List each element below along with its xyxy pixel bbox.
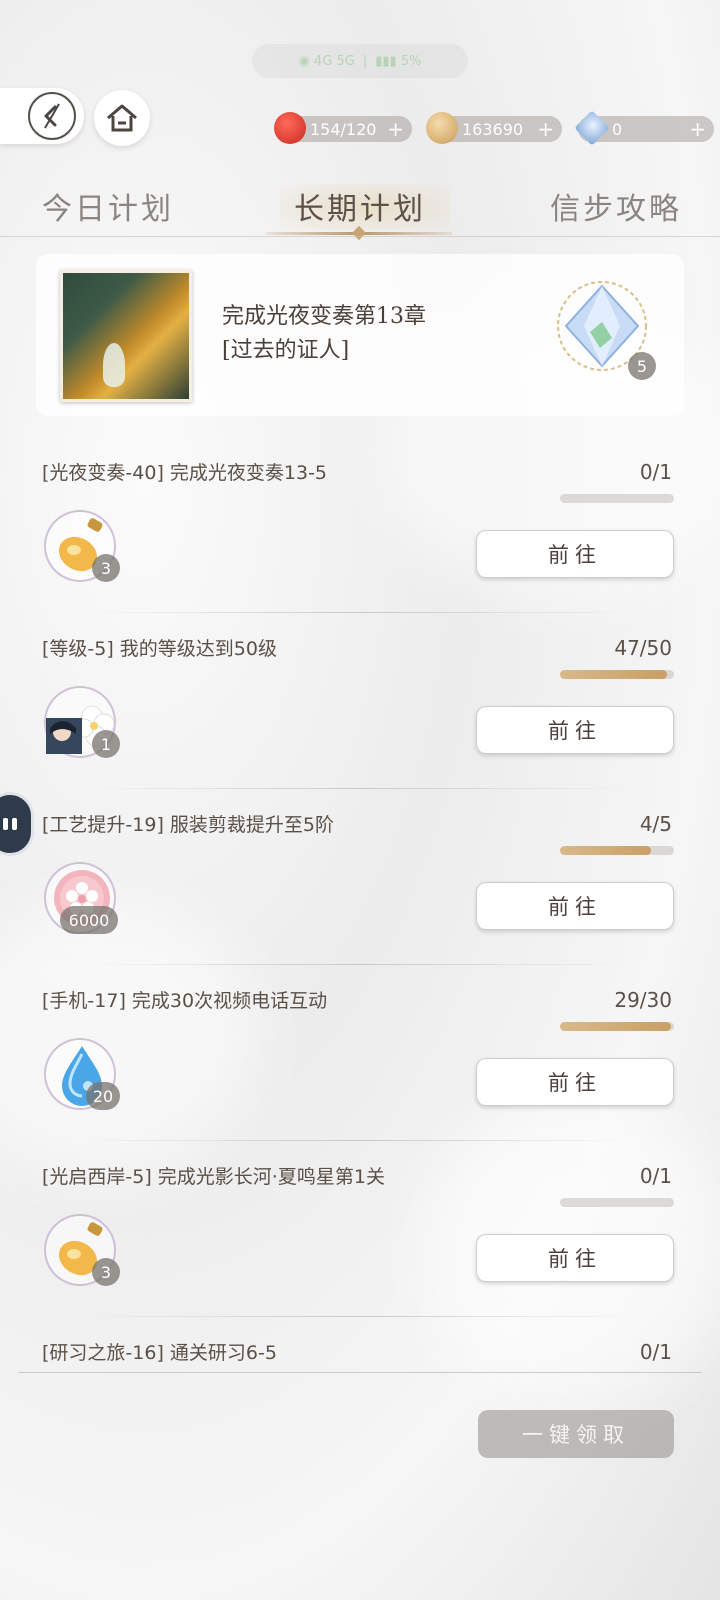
task-row: [等级-5] 我的等级达到50级 47/50 1 前往 (0, 626, 720, 802)
task-label: [研习之旅-16] 通关研习6-5 (42, 1342, 277, 1364)
task-progress-text: 29/30 (614, 988, 672, 1012)
status-divider: | (362, 53, 368, 69)
chapter-goal-line1: 完成光夜变奏第13章 (222, 304, 426, 329)
floating-assistant-button[interactable] (0, 792, 34, 856)
gold-coin-icon (426, 112, 458, 144)
task-reward-count: 20 (86, 1082, 120, 1110)
task-progress-text: 4/5 (639, 812, 672, 836)
add-diamond-icon[interactable]: + (689, 116, 706, 142)
task-progress-text: 47/50 (614, 636, 672, 660)
task-progress-bar (560, 494, 674, 503)
task-reward[interactable]: 20 (44, 1038, 120, 1110)
tab-daily-plan[interactable]: 今日计划 (42, 184, 174, 228)
task-reward[interactable]: 1 (44, 686, 120, 758)
task-progress-text: 0/1 (639, 1164, 672, 1188)
stamina-counter[interactable]: 154/120 + (274, 112, 412, 144)
task-progress-fill (560, 1022, 671, 1031)
task-divider (84, 1140, 636, 1141)
chapter-goal-card[interactable]: 完成光夜变奏第13章 [过去的证人] 5 (36, 254, 684, 416)
stamina-value: 154/120 (310, 119, 377, 139)
task-progress-bar (560, 1022, 674, 1031)
task-reward[interactable]: 3 (44, 1214, 120, 1286)
task-divider (84, 612, 636, 613)
task-row: [研习之旅-16] 通关研习6-5 0/1 (0, 1330, 720, 1374)
task-row: [光启西岸-5] 完成光影长河·夏鸣星第1关 0/1 3 前往 (0, 1154, 720, 1330)
coin-value: 163690 (462, 119, 524, 139)
home-button[interactable] (94, 90, 150, 146)
task-progress-bar (560, 670, 674, 679)
go-button[interactable]: 前往 (476, 1234, 674, 1282)
task-progress-fill (560, 670, 668, 679)
task-row: [工艺提升-19] 服装剪裁提升至5阶 4/5 6000 前往 (0, 802, 720, 978)
diamond-gem-icon (574, 110, 610, 146)
task-progress-text: 0/1 (639, 1340, 672, 1364)
status-left: ◉ 4G 5G (298, 53, 355, 69)
chapter-reward[interactable]: 5 (550, 274, 656, 380)
diamond-counter[interactable]: 0 + (574, 110, 714, 146)
task-reward-count: 3 (92, 1258, 120, 1286)
task-reward-count: 6000 (60, 906, 118, 934)
chapter-illustration (60, 270, 192, 402)
apple-stamina-icon (274, 112, 306, 144)
add-coin-icon[interactable]: + (537, 116, 554, 142)
go-button[interactable]: 前往 (476, 706, 674, 754)
task-label: [光启西岸-5] 完成光影长河·夏鸣星第1关 (42, 1166, 385, 1188)
go-button[interactable]: 前往 (476, 1058, 674, 1106)
go-button[interactable]: 前往 (476, 530, 674, 578)
back-button[interactable] (0, 88, 84, 144)
chapter-reward-count: 5 (628, 352, 656, 380)
chapter-goal-line2: [过去的证人] (222, 338, 350, 363)
task-divider (84, 964, 636, 965)
task-label: [工艺提升-19] 服装剪裁提升至5阶 (42, 814, 334, 836)
chapter-goal-title: 完成光夜变奏第13章 [过去的证人] (222, 300, 426, 368)
task-label: [等级-5] 我的等级达到50级 (42, 638, 277, 660)
pause-icon (3, 818, 8, 830)
task-progress-bar (560, 846, 674, 855)
task-progress-text: 0/1 (639, 460, 672, 484)
task-divider (84, 1316, 636, 1317)
task-row: [光夜变奏-40] 完成光夜变奏13-5 0/1 3 前往 (0, 450, 720, 626)
go-button[interactable]: 前往 (476, 882, 674, 930)
tab-long-term-plan[interactable]: 长期计划 (294, 184, 426, 228)
task-reward[interactable]: 6000 (44, 862, 118, 934)
plan-tabs: 今日计划 长期计划 信步攻略 (0, 184, 720, 241)
task-reward[interactable]: 3 (44, 510, 120, 582)
status-right: ▮▮▮ 5% (375, 53, 422, 69)
task-label: [手机-17] 完成30次视频电话互动 (42, 990, 328, 1012)
back-icon (28, 92, 76, 140)
add-stamina-icon[interactable]: + (387, 116, 404, 142)
home-icon (107, 104, 137, 132)
task-reward-count: 3 (92, 554, 120, 582)
claim-all-button[interactable]: 一键领取 (478, 1410, 674, 1458)
task-progress-bar (560, 1198, 674, 1207)
task-row: [手机-17] 完成30次视频电话互动 29/30 20 前往 (0, 978, 720, 1154)
tabs-divider (0, 236, 720, 237)
diamond-value: 0 (612, 119, 623, 139)
task-label: [光夜变奏-40] 完成光夜变奏13-5 (42, 462, 328, 484)
tab-stroll-guide[interactable]: 信步攻略 (550, 184, 682, 228)
task-divider (84, 788, 636, 789)
list-bottom-divider (18, 1372, 702, 1373)
task-reward-count: 1 (92, 730, 120, 758)
task-progress-fill (560, 846, 652, 855)
coin-counter[interactable]: 163690 + (426, 112, 562, 144)
status-pill: ◉ 4G 5G | ▮▮▮ 5% (252, 44, 468, 78)
